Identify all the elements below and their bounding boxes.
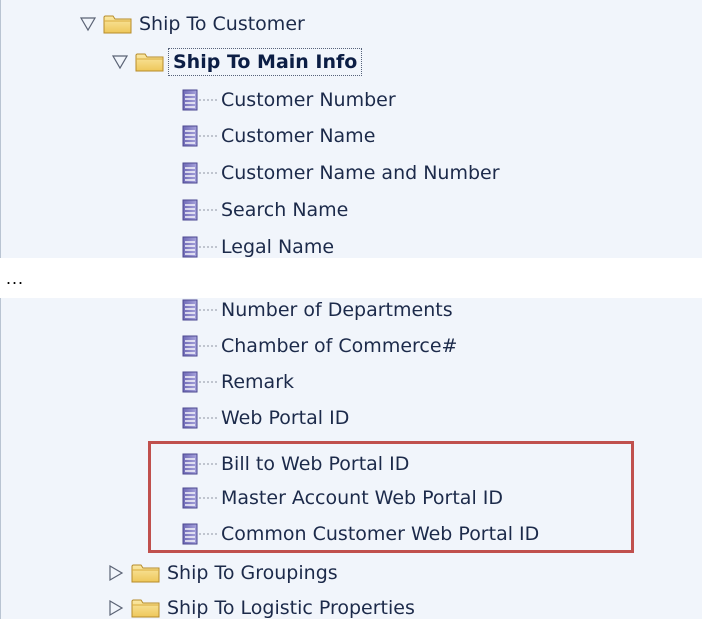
tree-node-label: Ship To Customer (139, 13, 305, 35)
tree-item-customer-name-and-number[interactable]: Customer Name and Number (181, 155, 500, 191)
folder-icon (131, 597, 161, 619)
tree-item-label: Chamber of Commerce# (221, 335, 458, 357)
folder-icon (103, 13, 133, 35)
tree-node-ship-to-groupings[interactable]: Ship To Groupings (107, 555, 338, 591)
column-item-icon (181, 298, 219, 322)
column-item-icon (181, 198, 219, 222)
tree-item-chamber-of-commerce[interactable]: Chamber of Commerce# (181, 328, 457, 364)
column-item-icon (181, 161, 219, 185)
tree-item-label: Number of Departments (221, 299, 453, 321)
column-item-icon (181, 235, 219, 258)
tree-item-legal-name[interactable]: Legal Name (181, 229, 334, 258)
tree-item-remark[interactable]: Remark (181, 364, 294, 400)
tree-item-label: Remark (221, 371, 295, 393)
triangle-down-icon[interactable] (111, 53, 129, 71)
triangle-down-icon[interactable] (79, 15, 97, 33)
tree-node-label: Ship To Logistic Properties (167, 597, 415, 619)
tree-item-label: Customer Name (221, 125, 376, 147)
tree-item-customer-name[interactable]: Customer Name (181, 118, 375, 154)
tree-item-web-portal-id[interactable]: Web Portal ID (181, 400, 349, 436)
tree-item-label: Web Portal ID (221, 407, 350, 429)
column-item-icon (181, 334, 219, 358)
tree-node-label-selected: Ship To Main Info (167, 48, 363, 76)
tree-item-label: Customer Number (221, 89, 396, 111)
highlight-annotation-box (148, 441, 634, 553)
tree-panel-top: Ship To Customer Ship To Main Info Custo… (0, 0, 702, 258)
tree-item-search-name[interactable]: Search Name (181, 192, 348, 228)
tree-node-ship-to-main-info[interactable]: Ship To Main Info (111, 44, 363, 80)
folder-icon (131, 562, 161, 584)
tree-item-label: Search Name (221, 199, 349, 221)
tree-item-label: Customer Name and Number (221, 162, 500, 184)
tree-item-number-of-departments[interactable]: Number of Departments (181, 298, 453, 328)
column-item-icon (181, 88, 219, 112)
folder-icon (135, 51, 165, 73)
tree-node-ship-to-logistic-properties[interactable]: Ship To Logistic Properties (107, 590, 415, 619)
column-item-icon (181, 370, 219, 394)
column-item-icon (181, 406, 219, 430)
tree-node-ship-to-customer[interactable]: Ship To Customer (79, 6, 305, 42)
omission-separator: ... (6, 268, 25, 288)
tree-item-label: Legal Name (221, 236, 335, 258)
column-item-icon (181, 124, 219, 148)
triangle-right-icon[interactable] (107, 599, 125, 617)
tree-item-customer-number[interactable]: Customer Number (181, 82, 396, 118)
tree-node-label: Ship To Groupings (167, 562, 338, 584)
triangle-right-icon[interactable] (107, 564, 125, 582)
